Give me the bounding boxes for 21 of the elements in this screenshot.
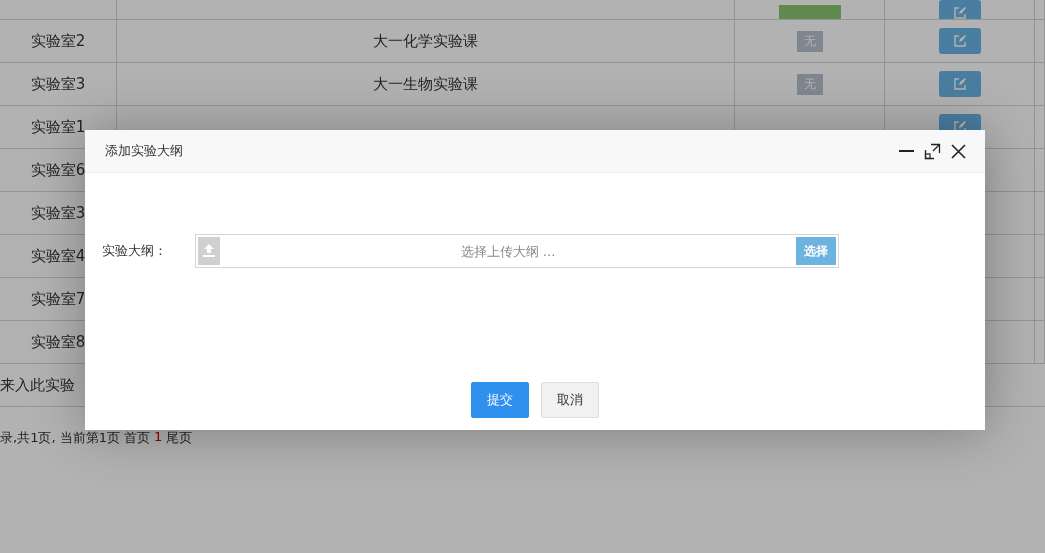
field-label: 实验大纲：: [102, 242, 168, 260]
submit-button[interactable]: 提交: [471, 382, 529, 418]
first-page-link[interactable]: 首页: [123, 429, 150, 447]
pagination-summary: 录,共1页, 当前第1页: [0, 429, 120, 447]
table-cell: 实验室6: [30, 160, 86, 180]
table-cell-text: 来入此实验: [0, 375, 76, 395]
table-cell: 实验室7: [30, 289, 86, 309]
table-cell: 大一化学实验课: [373, 31, 478, 51]
table-cell: 实验室3: [30, 74, 86, 94]
table-cell: 实验室2: [30, 31, 86, 51]
current-page[interactable]: 1: [153, 429, 163, 447]
table-cell: 大一生物实验课: [373, 74, 478, 94]
table-cell: 实验室4: [30, 246, 86, 266]
table-cell: 实验室1: [30, 117, 86, 137]
dialog-title: 添加实验大纲: [105, 142, 184, 160]
file-upload-field[interactable]: 选择上传大纲 ... 选择: [195, 234, 839, 268]
table-cell: 实验室8: [30, 332, 86, 352]
browse-button[interactable]: 选择: [796, 237, 836, 265]
cancel-button[interactable]: 取消: [541, 382, 599, 418]
table-cell: 实验室3: [30, 203, 86, 223]
last-page-link[interactable]: 尾页: [166, 429, 193, 447]
